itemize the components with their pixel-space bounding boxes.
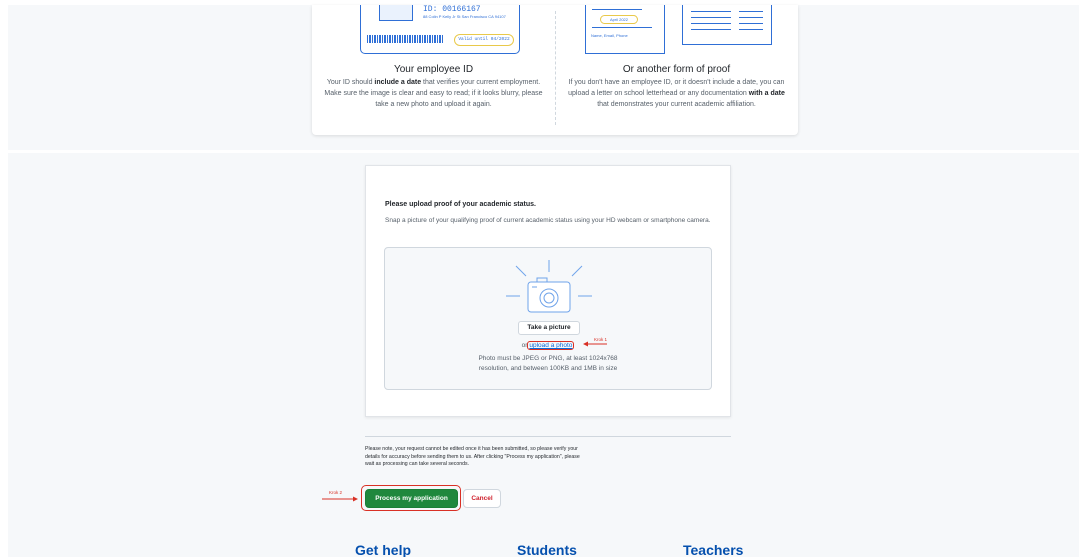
proof-examples-card: ID: 00166167 88 Colin P Kelly Jr St San … bbox=[312, 5, 798, 135]
employee-id-description: Your ID should include a date that verif… bbox=[324, 79, 543, 108]
upload-alternative: or upload a photo bbox=[385, 341, 711, 350]
photo-requirements: Photo must be JPEG or PNG, at least 1024… bbox=[478, 355, 618, 372]
other-proof-column: April 2022 Name, Email, Phone Or another… bbox=[555, 5, 798, 135]
footer-link-students[interactable]: Students bbox=[517, 542, 577, 557]
upload-link-highlight: upload a photo bbox=[527, 341, 575, 350]
process-application-button[interactable]: Process my application bbox=[365, 489, 458, 508]
employee-id-title: Your employee ID bbox=[393, 64, 474, 75]
id-card-illustration: ID: 00166167 88 Colin P Kelly Jr St San … bbox=[360, 5, 520, 54]
upload-heading: Please upload proof of your academic sta… bbox=[385, 201, 536, 208]
other-proof-description: If you don't have an employee ID, or it … bbox=[568, 79, 785, 108]
proof-examples-section: ID: 00166167 88 Colin P Kelly Jr St San … bbox=[8, 5, 1079, 150]
employee-id-column: ID: 00166167 88 Colin P Kelly Jr St San … bbox=[312, 5, 555, 135]
id-photo-figure bbox=[379, 5, 413, 21]
upload-photo-link[interactable]: upload a photo bbox=[529, 342, 572, 349]
section-divider bbox=[365, 436, 731, 437]
upload-description: Snap a picture of your qualifying proof … bbox=[385, 217, 711, 224]
other-proof-title: Or another form of proof bbox=[622, 64, 731, 75]
arrow-right-icon bbox=[322, 496, 358, 502]
id-card-number: ID: 00166167 bbox=[423, 5, 481, 14]
footer-link-get-help[interactable]: Get help bbox=[355, 542, 411, 557]
id-card-valid-date: Valid until 04/2022 bbox=[454, 34, 514, 46]
cancel-button[interactable]: Cancel bbox=[463, 489, 501, 508]
letter-illustration: April 2022 Name, Email, Phone bbox=[585, 5, 665, 54]
upload-card: Please upload proof of your academic sta… bbox=[365, 165, 731, 417]
photo-dropzone[interactable]: Take a picture or upload a photo Krok 1 P… bbox=[384, 247, 712, 390]
krok2-annotation: Krok 2 bbox=[329, 490, 343, 495]
letter-date-highlight: April 2022 bbox=[600, 15, 638, 24]
arrow-left-icon bbox=[583, 341, 607, 347]
submission-note: Please note, your request cannot be edit… bbox=[365, 446, 580, 467]
camera-icon bbox=[506, 260, 592, 313]
barcode-icon bbox=[367, 35, 443, 43]
document-illustration bbox=[682, 5, 772, 45]
id-card-address: 88 Colin P Kelly Jr St San Francisco CA … bbox=[423, 14, 506, 19]
take-picture-button[interactable]: Take a picture bbox=[518, 321, 580, 335]
letter-footer: Name, Email, Phone bbox=[591, 33, 628, 38]
footer-link-teachers[interactable]: Teachers bbox=[683, 542, 743, 557]
